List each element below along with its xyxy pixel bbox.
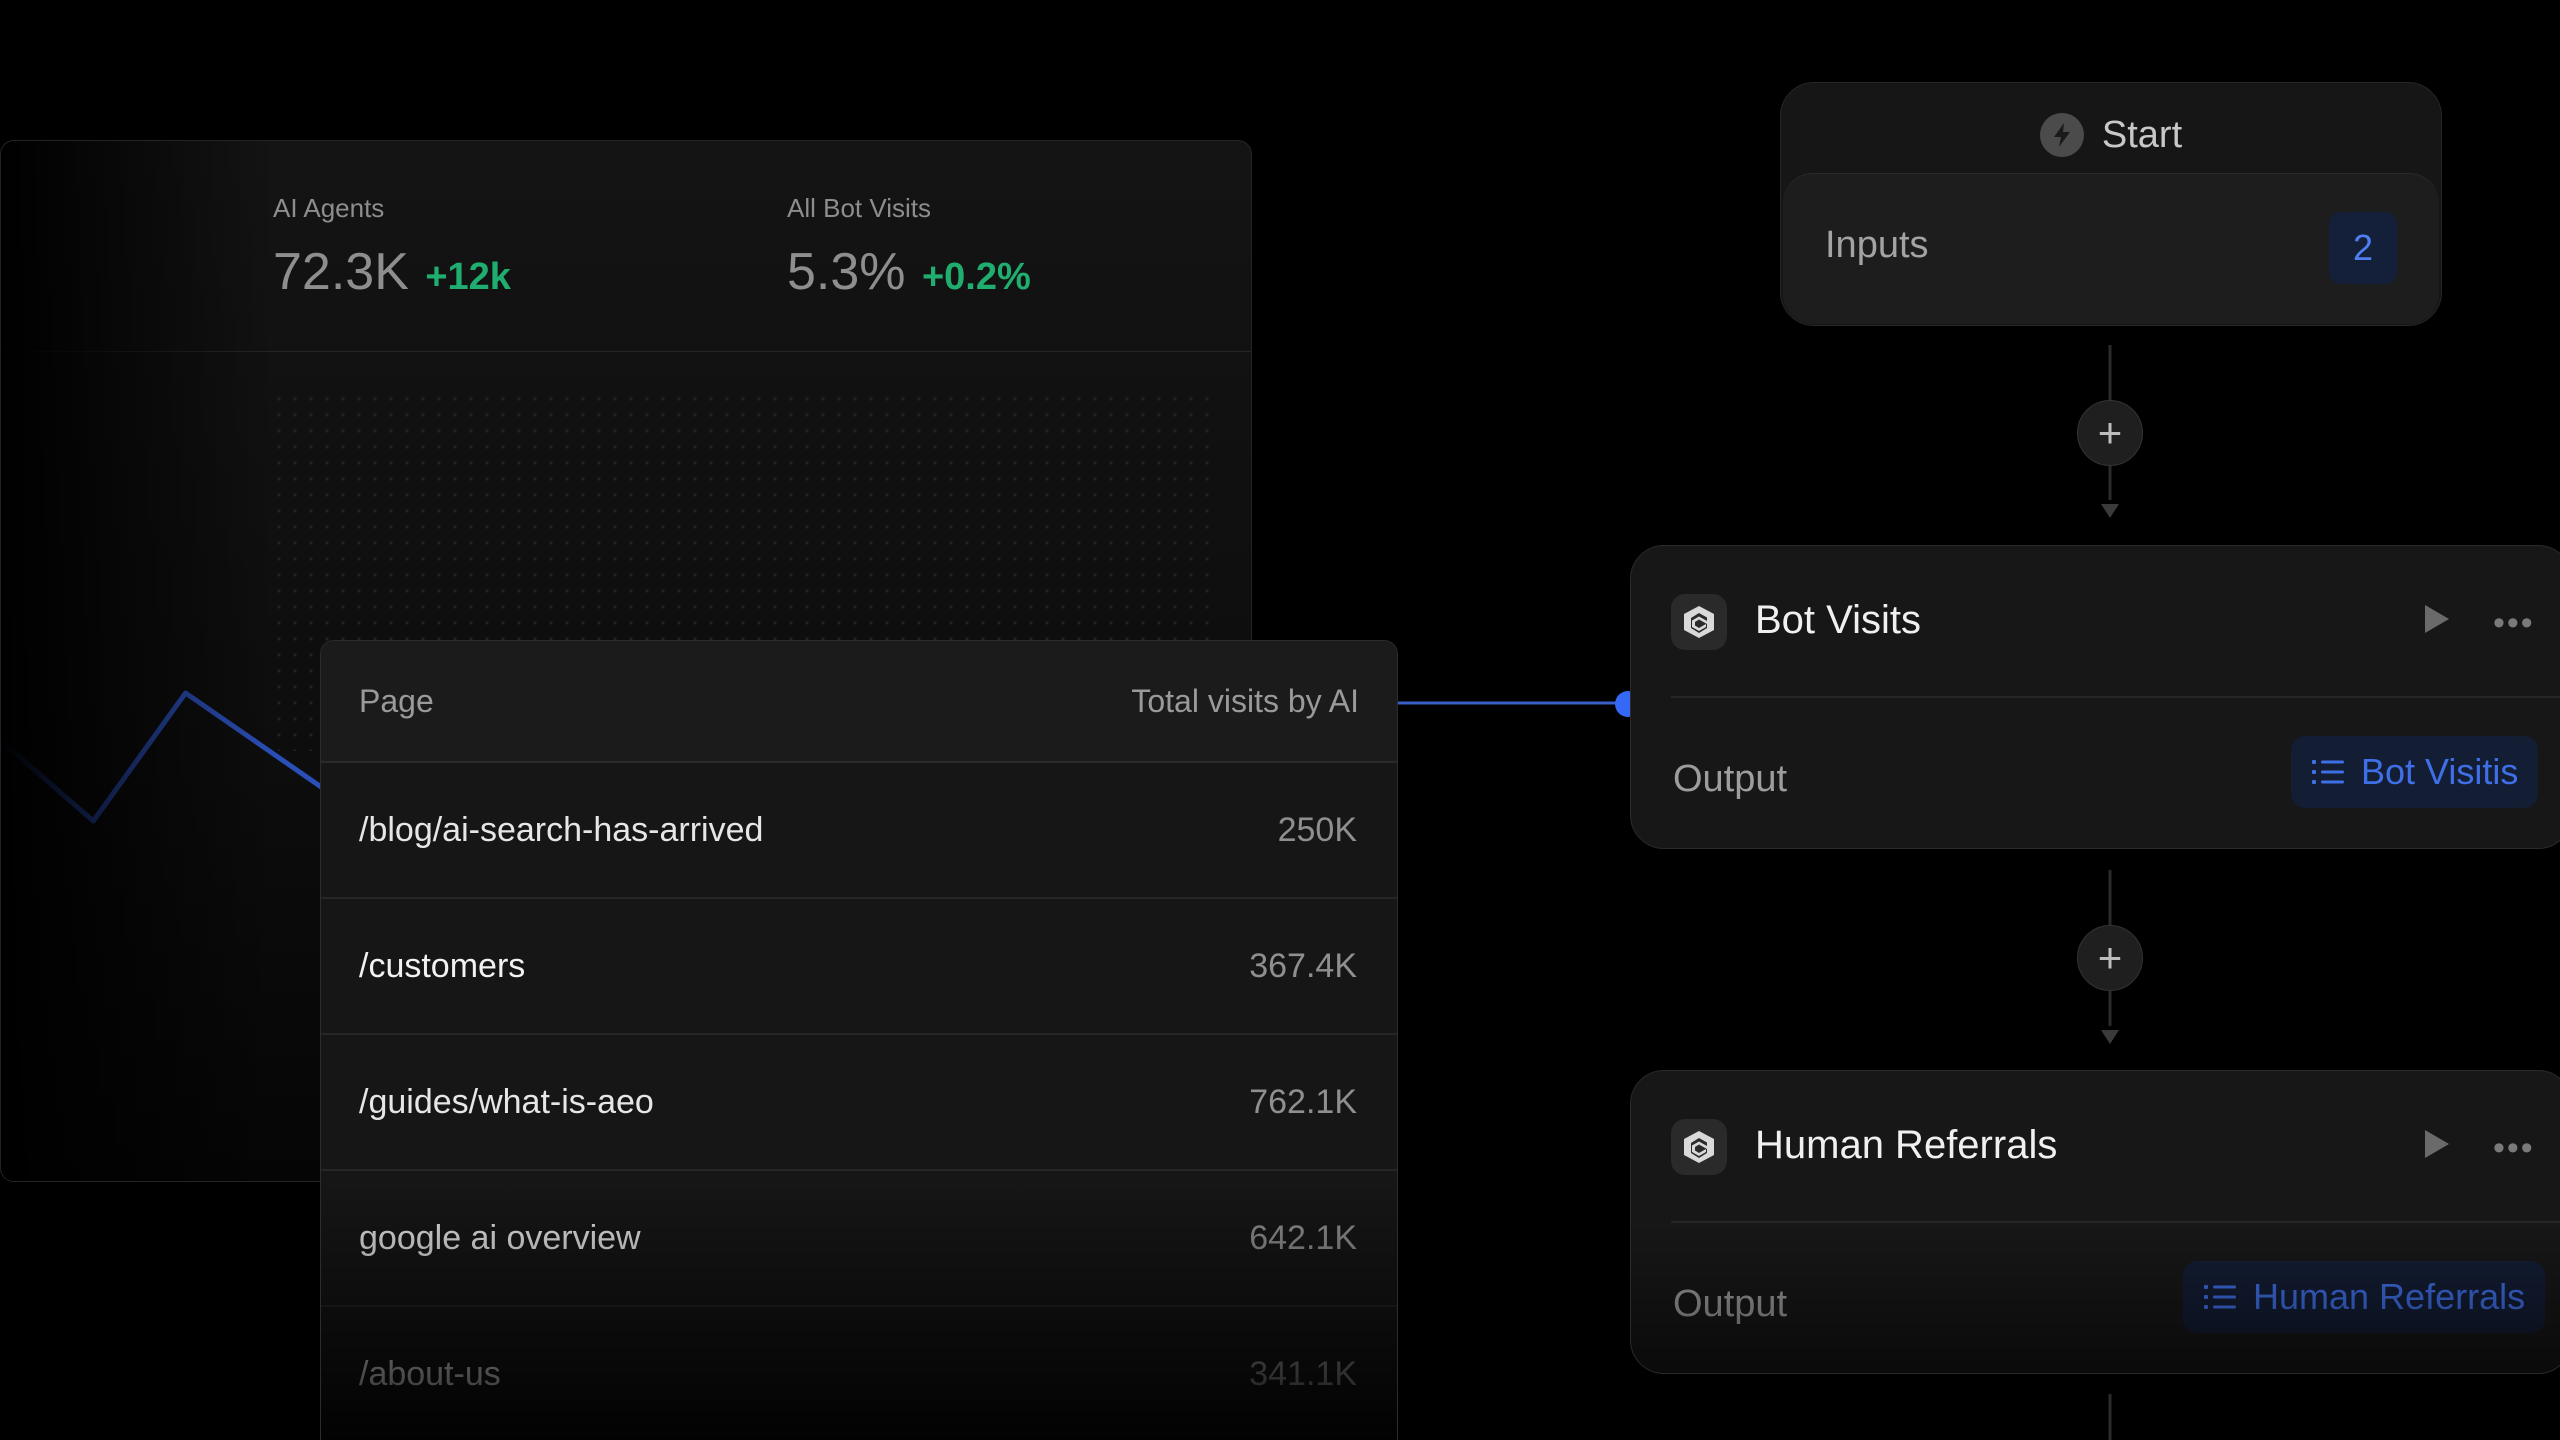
output-value: Human Referrals	[2253, 1276, 2526, 1317]
start-title: Start	[2101, 113, 2183, 156]
cell-page: /customers	[359, 946, 526, 985]
table-row[interactable]: /customers 367.4K	[321, 899, 1397, 1035]
flow-arrow-2	[2101, 1030, 2119, 1044]
more-options-icon[interactable]: •••	[2493, 1129, 2535, 1168]
cell-visits: 762.1K	[1249, 1082, 1357, 1121]
cell-visits: 250K	[1277, 810, 1357, 849]
add-step-button[interactable]: +	[2077, 400, 2143, 466]
node-bot-visits[interactable]: Bot Visits ••• Output Bot Visitis	[1630, 545, 2560, 849]
workflow-canvas: AI Agents 72.3K +12k All Bot Visits 5.3%…	[0, 0, 2560, 1440]
bolt-icon	[2039, 113, 2084, 157]
table-row[interactable]: /blog/ai-search-has-arrived 250K	[321, 763, 1397, 899]
flow-arrow-1	[2101, 504, 2119, 518]
logo-icon	[1671, 594, 1727, 650]
inputs-count-badge: 2	[2329, 212, 2397, 284]
cell-page: /about-us	[359, 1354, 501, 1393]
output-label: Output	[1673, 758, 1788, 800]
inputs-panel[interactable]: Inputs 2	[1783, 173, 2439, 324]
start-header: Start	[1781, 107, 2441, 163]
output-label: Output	[1673, 1283, 1788, 1325]
table-header: Page Total visits by AI	[321, 641, 1397, 763]
cell-visits: 341.1K	[1249, 1354, 1357, 1393]
list-icon	[2312, 760, 2344, 784]
table-row[interactable]: /about-us 341.1K	[321, 1307, 1397, 1440]
pages-table: Page Total visits by AI /blog/ai-search-…	[320, 640, 1398, 1440]
cell-page: /guides/what-is-aeo	[359, 1082, 654, 1121]
inputs-label: Inputs	[1825, 224, 1929, 266]
node-human-referrals[interactable]: Human Referrals ••• Output Human Referra…	[1630, 1070, 2560, 1374]
cell-page: google ai overview	[359, 1218, 641, 1257]
cell-visits: 642.1K	[1249, 1218, 1357, 1257]
start-node[interactable]: Start Inputs 2	[1780, 82, 2442, 326]
output-value: Bot Visitis	[2361, 751, 2519, 792]
logo-icon	[1671, 1119, 1727, 1175]
column-header-page[interactable]: Page	[359, 683, 434, 720]
cell-page: /blog/ai-search-has-arrived	[359, 810, 764, 849]
table-row[interactable]: /guides/what-is-aeo 762.1K	[321, 1035, 1397, 1171]
output-chip[interactable]: Human Referrals	[2183, 1261, 2546, 1333]
cell-visits: 367.4K	[1249, 946, 1357, 985]
output-chip[interactable]: Bot Visitis	[2291, 736, 2539, 808]
add-step-button[interactable]: +	[2077, 925, 2143, 991]
node-title: Bot Visits	[1755, 598, 1921, 642]
list-icon	[2204, 1285, 2236, 1309]
table-row[interactable]: google ai overview 642.1K	[321, 1171, 1397, 1307]
more-options-icon[interactable]: •••	[2493, 604, 2535, 643]
play-icon[interactable]	[2421, 1127, 2453, 1166]
node-title: Human Referrals	[1755, 1123, 2058, 1167]
play-icon[interactable]	[2421, 602, 2453, 641]
column-header-visits[interactable]: Total visits by AI	[1131, 683, 1359, 720]
